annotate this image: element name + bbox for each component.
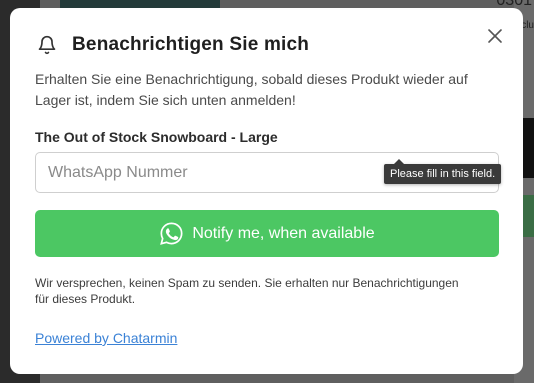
background-text-fragment: clu: [521, 20, 534, 31]
modal-title: Benachrichtigen Sie mich: [72, 34, 310, 55]
bell-icon: [36, 34, 58, 56]
product-name: The Out of Stock Snowboard - Large: [35, 129, 278, 145]
modal-description: Erhalten Sie eine Benachrichtigung, soba…: [35, 71, 468, 108]
validation-tooltip: Please fill in this field.: [384, 159, 502, 184]
powered-by-link[interactable]: Powered by Chatarmin: [35, 330, 177, 346]
notify-button[interactable]: Notify me, when available: [35, 210, 499, 257]
spam-disclaimer: Wir versprechen, keinen Spam zu senden. …: [35, 276, 459, 306]
modal-header: Benachrichtigen Sie mich: [36, 34, 309, 56]
notify-button-label: Notify me, when available: [192, 224, 375, 242]
whatsapp-icon: [159, 221, 184, 246]
notify-modal: Benachrichtigen Sie mich Erhalten Sie ei…: [10, 8, 523, 374]
close-icon[interactable]: [485, 26, 505, 46]
